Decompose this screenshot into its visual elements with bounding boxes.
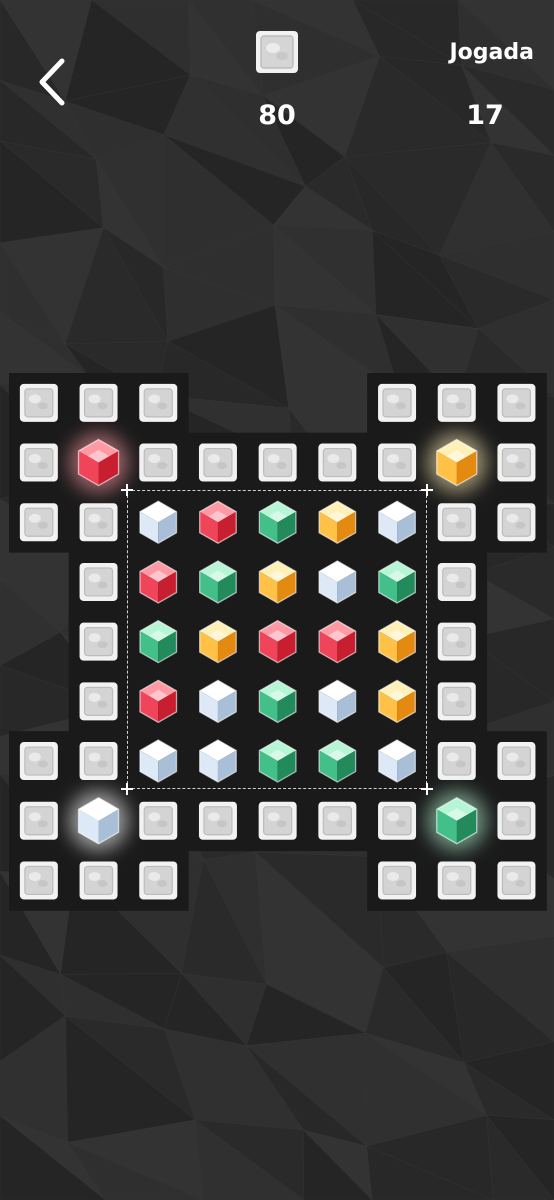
chevron-left-icon [39,58,65,106]
ice-block[interactable] [19,443,58,482]
ice-block[interactable] [318,801,357,840]
ice-block[interactable] [19,801,58,840]
ice-block[interactable] [139,861,178,900]
ice-block[interactable] [19,503,58,542]
ice-block[interactable] [139,801,178,840]
ice-block[interactable] [79,861,118,900]
ice-block[interactable] [378,861,417,900]
ice-block[interactable] [198,443,237,482]
ice-block[interactable] [79,622,118,661]
ice-block[interactable] [437,861,476,900]
ice-block[interactable] [139,443,178,482]
ice-block[interactable] [258,801,297,840]
goal-ice-block-icon [255,30,299,74]
selection-corner-top-right [421,484,433,496]
orange-gem[interactable] [426,432,487,493]
ice-block[interactable] [79,682,118,721]
ice-block[interactable] [497,443,536,482]
moves-label: Jogada [449,40,535,65]
ice-block[interactable] [258,443,297,482]
ice-block[interactable] [437,503,476,542]
ice-block[interactable] [437,383,476,422]
ice-block[interactable] [497,383,536,422]
ice-block[interactable] [79,742,118,781]
green-gem[interactable] [426,790,487,851]
back-button[interactable] [34,56,74,108]
ice-block[interactable] [19,861,58,900]
ice-block[interactable] [437,742,476,781]
ice-block[interactable] [437,562,476,601]
ice-remaining-count: 80 [258,100,296,131]
ice-block[interactable] [497,801,536,840]
selection-corner-top-left [121,484,133,496]
selection-corner-bottom-right [421,783,433,795]
ice-block[interactable] [437,682,476,721]
ice-block[interactable] [19,383,58,422]
ice-block[interactable] [378,443,417,482]
ice-block[interactable] [437,622,476,661]
ice-block[interactable] [497,503,536,542]
ice-block[interactable] [497,861,536,900]
moves-remaining-count: 17 [466,100,504,131]
ice-block[interactable] [497,742,536,781]
ice-block[interactable] [79,383,118,422]
ice-block[interactable] [139,383,178,422]
red-gem[interactable] [68,432,129,493]
game-board [9,373,547,911]
ice-block[interactable] [318,443,357,482]
selection-corner-bottom-left [121,783,133,795]
ice-block[interactable] [198,801,237,840]
ice-block[interactable] [378,383,417,422]
ice-block[interactable] [378,801,417,840]
white-gem[interactable] [68,790,129,851]
ice-block[interactable] [79,503,118,542]
ice-block[interactable] [19,742,58,781]
ice-block[interactable] [79,562,118,601]
